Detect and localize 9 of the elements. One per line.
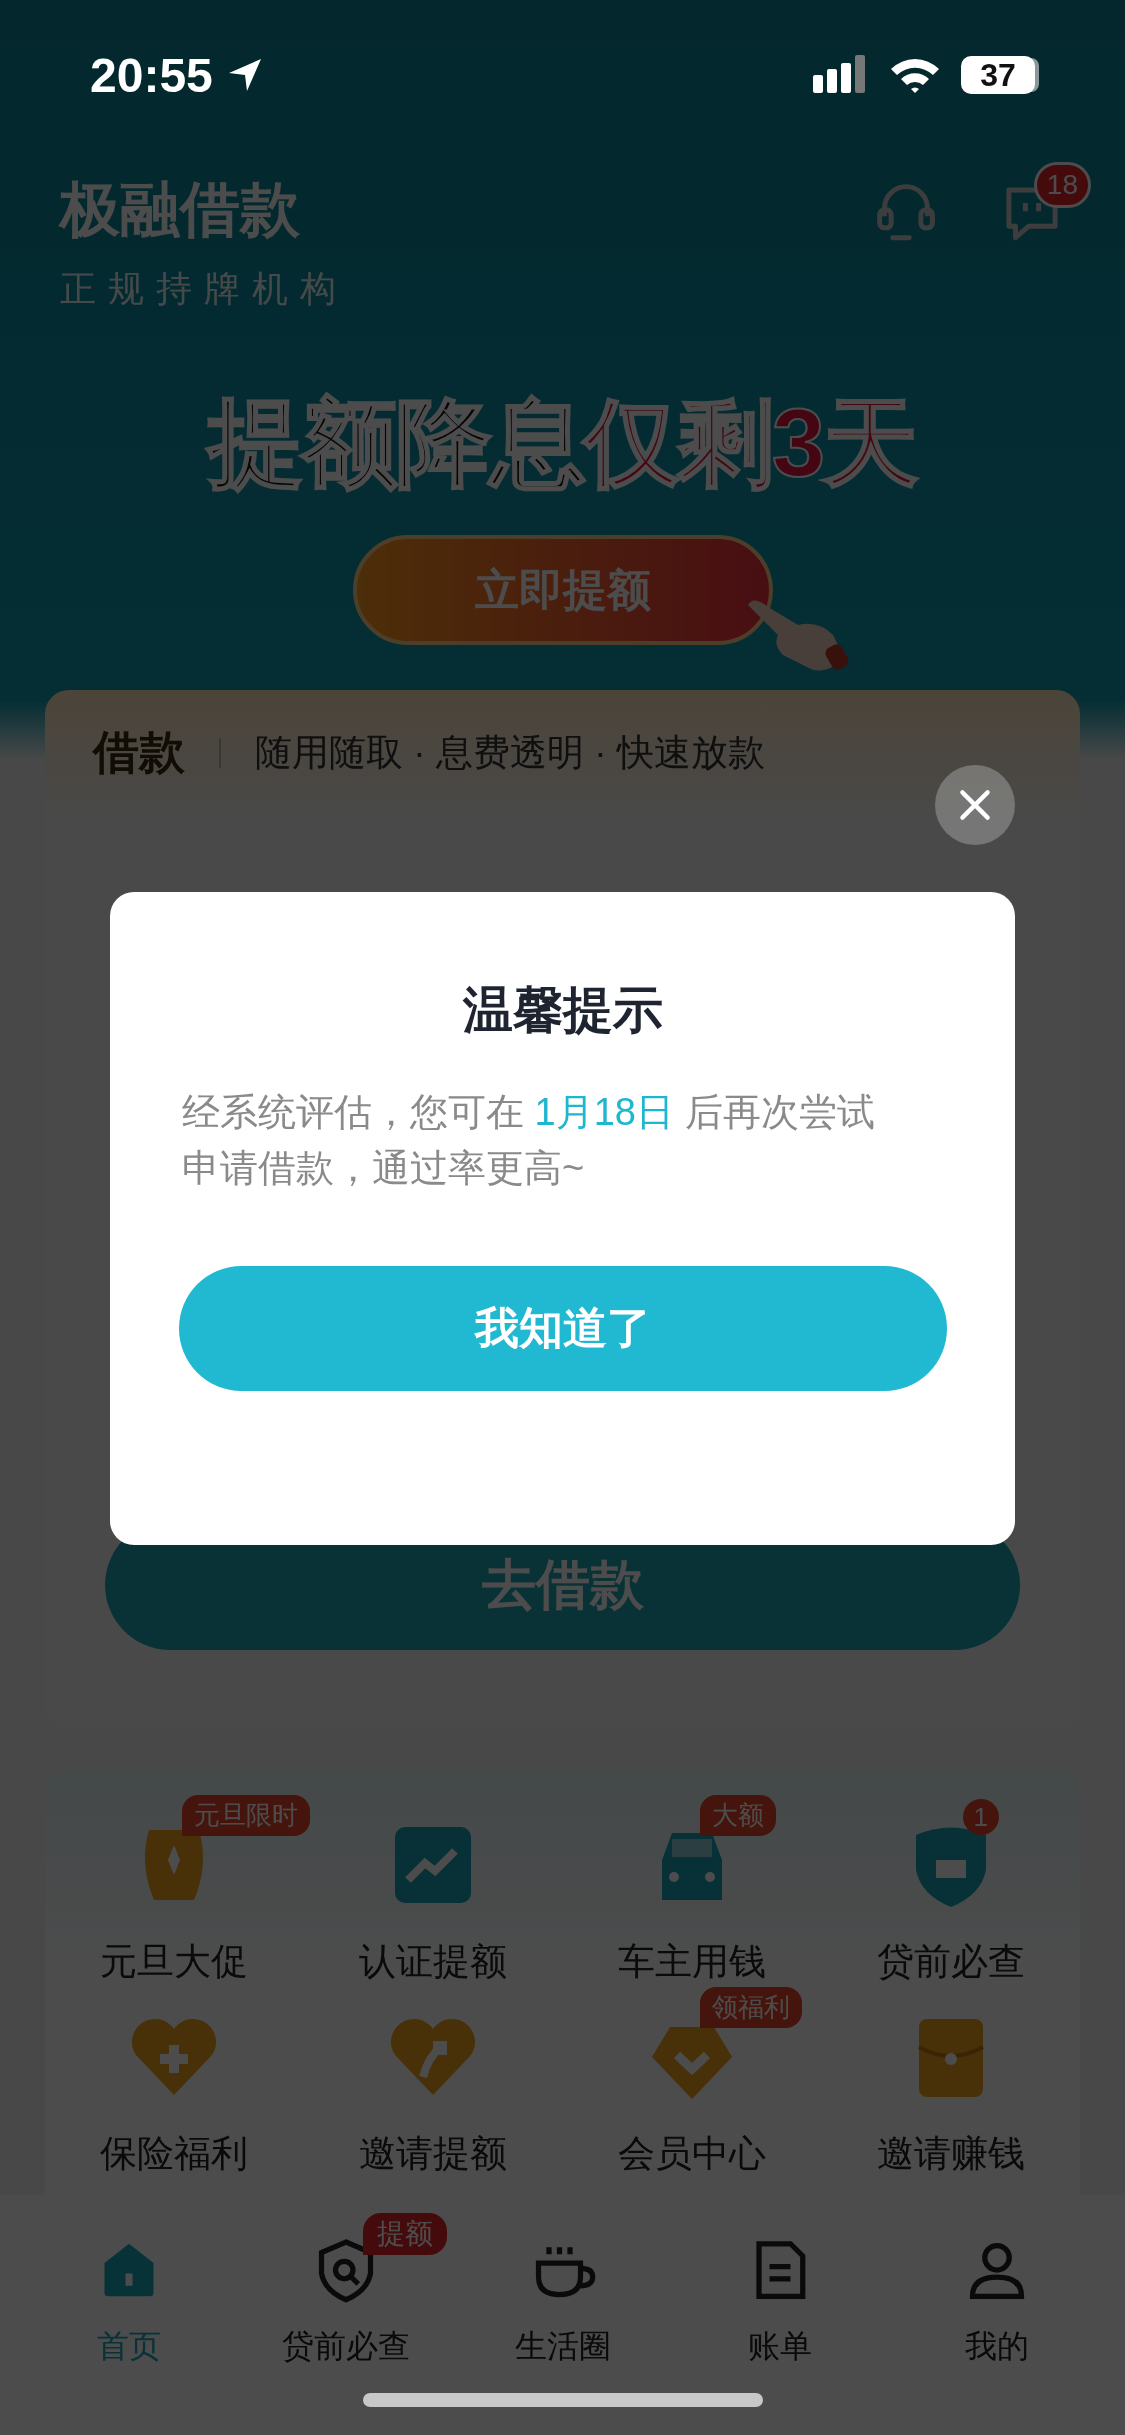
loan-title: 借款	[93, 724, 185, 780]
banner-headline: 提额降息仅剩3天	[207, 388, 918, 498]
status-time: 20:55	[90, 47, 213, 103]
app-title: 极融借款	[60, 175, 301, 245]
app-subtitle: 正规持牌机构	[60, 267, 348, 311]
loan-features: 随用随取 · 息费透明 · 快速放款	[255, 730, 765, 775]
dialog-message: 经系统评估，您可在 1月18日 后再次尝试申请借款，通过率更高~	[181, 1090, 876, 1191]
acknowledge-button[interactable]: 我知道了	[178, 1266, 947, 1391]
dialog-title: 温馨提示	[462, 981, 663, 1040]
